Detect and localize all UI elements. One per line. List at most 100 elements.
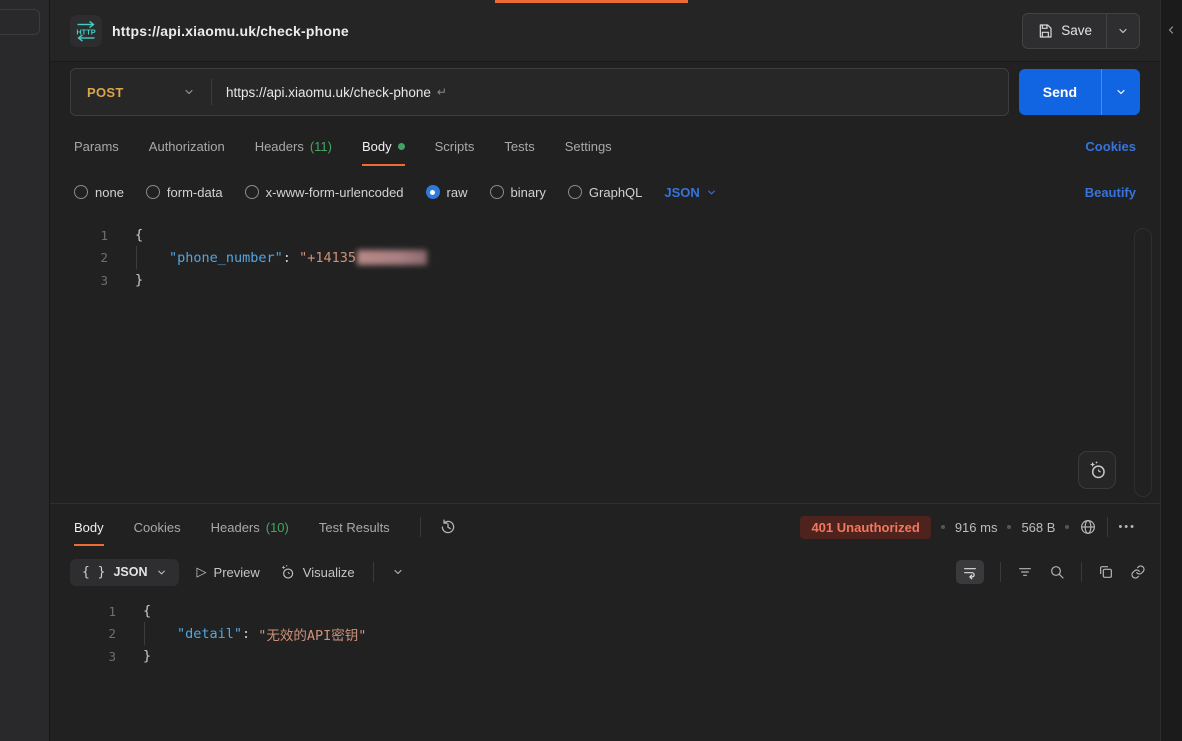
code-line: 3 }: [50, 645, 1160, 668]
postbot-ai-button[interactable]: [1078, 451, 1116, 489]
copy-icon[interactable]: [1098, 564, 1114, 580]
mode-x-www-form-urlencoded[interactable]: x-www-form-urlencoded: [245, 185, 404, 200]
network-globe-icon[interactable]: [1079, 518, 1097, 536]
divider: [373, 562, 374, 582]
beautify-link[interactable]: Beautify: [1085, 185, 1136, 200]
sidebar-collapsed-item[interactable]: [0, 9, 40, 35]
active-tab-accent-bar: [495, 0, 688, 3]
response-tab-headers[interactable]: Headers (10): [211, 504, 289, 550]
radio-icon: [146, 185, 160, 199]
send-button[interactable]: Send: [1019, 69, 1101, 115]
body-mode-row: none form-data x-www-form-urlencoded raw…: [50, 170, 1160, 214]
tab-scripts[interactable]: Scripts: [435, 122, 475, 170]
response-history-button[interactable]: [439, 518, 457, 536]
json-value-detail: "无效的API密钥": [258, 624, 366, 644]
chevron-down-icon: [1115, 86, 1127, 98]
request-body-editor[interactable]: 1 { 2 "phone_number": "+14135 3 }: [50, 214, 1160, 503]
save-split-button: Save: [1022, 13, 1140, 49]
response-format-selector[interactable]: { } JSON: [70, 559, 179, 586]
tab-authorization[interactable]: Authorization: [149, 122, 225, 170]
indent-guide: [144, 622, 145, 645]
preview-button[interactable]: ▷ Preview: [197, 564, 260, 580]
mode-raw[interactable]: raw: [426, 185, 468, 200]
editor-scrollbar[interactable]: [1134, 228, 1152, 497]
code-line: 2 "phone_number": "+14135: [50, 247, 1160, 270]
line-number: 3: [50, 273, 108, 288]
app-window: HTTP https://api.xiaomu.uk/check-phone: [0, 0, 1182, 741]
headers-count-badge: (11): [310, 139, 332, 154]
response-toolbar: { } JSON ▷ Preview: [50, 550, 1160, 594]
search-icon[interactable]: [1049, 564, 1065, 580]
visualize-button[interactable]: Visualize: [278, 563, 355, 581]
dot-separator: [941, 525, 945, 529]
svg-text:HTTP: HTTP: [76, 27, 95, 36]
chevron-down-icon: [1117, 25, 1129, 37]
tab-body[interactable]: Body: [362, 122, 405, 170]
divider: [1000, 562, 1001, 582]
response-size[interactable]: 568 B: [1021, 520, 1055, 535]
line-number: 2: [50, 250, 108, 265]
radio-selected-icon: [426, 185, 440, 199]
request-url-row: POST https://api.xiaomu.uk/check-phone ↵…: [50, 62, 1160, 122]
code-line: 1 {: [50, 600, 1160, 623]
save-button[interactable]: Save: [1023, 14, 1106, 48]
json-key: "phone_number": [169, 250, 283, 266]
filter-icon[interactable]: [1017, 564, 1033, 580]
wrap-text-button[interactable]: [956, 560, 984, 584]
tab-params[interactable]: Params: [74, 122, 119, 170]
code-line: 1 {: [50, 224, 1160, 247]
send-options-caret[interactable]: [1101, 69, 1140, 115]
mode-binary[interactable]: binary: [490, 185, 546, 200]
save-options-caret[interactable]: [1106, 14, 1139, 48]
left-sidebar: [0, 0, 50, 741]
response-headers-count-badge: (10): [266, 520, 289, 535]
cookies-link[interactable]: Cookies: [1085, 139, 1136, 154]
divider: [420, 517, 421, 537]
response-tab-cookies[interactable]: Cookies: [134, 504, 181, 550]
raw-language-selector[interactable]: JSON: [664, 185, 716, 200]
status-badge[interactable]: 401 Unauthorized: [800, 516, 930, 539]
tab-tests[interactable]: Tests: [504, 122, 534, 170]
tab-settings[interactable]: Settings: [565, 122, 612, 170]
play-icon: ▷: [197, 564, 207, 580]
tab-headers[interactable]: Headers (11): [255, 122, 332, 170]
mode-none[interactable]: none: [74, 185, 124, 200]
send-split-button: Send: [1019, 69, 1140, 115]
mode-form-data[interactable]: form-data: [146, 185, 223, 200]
collapse-panel-icon[interactable]: [1165, 24, 1177, 36]
radio-icon: [74, 185, 88, 199]
method-selector[interactable]: POST: [71, 85, 211, 100]
response-view-caret[interactable]: [392, 566, 404, 578]
more-options-button[interactable]: •••: [1118, 521, 1136, 533]
response-tab-test-results[interactable]: Test Results: [319, 504, 390, 550]
response-body-editor[interactable]: 1 { 2 "detail": "无效的API密钥" 3 }: [50, 594, 1160, 741]
url-bar: POST https://api.xiaomu.uk/check-phone ↵: [70, 68, 1009, 116]
method-label: POST: [87, 85, 124, 100]
url-input[interactable]: https://api.xiaomu.uk/check-phone ↵: [212, 85, 1008, 100]
right-rail: [1160, 0, 1182, 741]
response-header: Body Cookies Headers (10) Test Results 4…: [50, 504, 1160, 550]
save-icon: [1037, 23, 1053, 39]
radio-icon: [245, 185, 259, 199]
dot-separator: [1007, 525, 1011, 529]
response-time[interactable]: 916 ms: [955, 520, 998, 535]
sparkle-ball-icon: [278, 563, 296, 581]
body-modified-dot: [398, 143, 405, 150]
redacted-phone-blur: [357, 250, 427, 265]
request-tabs: Params Authorization Headers (11) Body S…: [50, 122, 1160, 170]
chevron-down-icon: [156, 567, 167, 578]
chevron-down-icon: [706, 187, 717, 198]
mode-graphql[interactable]: GraphQL: [568, 185, 642, 200]
indent-guide: [136, 246, 137, 269]
link-icon[interactable]: [1130, 564, 1146, 580]
response-tab-body[interactable]: Body: [74, 504, 104, 550]
response-status-group: 401 Unauthorized 916 ms 568 B •••: [800, 516, 1136, 539]
save-button-label: Save: [1061, 23, 1092, 38]
radio-icon: [490, 185, 504, 199]
radio-icon: [568, 185, 582, 199]
chevron-down-icon: [183, 86, 195, 98]
code-line: 3 }: [50, 269, 1160, 292]
request-header-bar: HTTP https://api.xiaomu.uk/check-phone: [50, 0, 1160, 62]
response-editor-actions: [956, 560, 1146, 584]
line-number: 3: [50, 649, 116, 664]
